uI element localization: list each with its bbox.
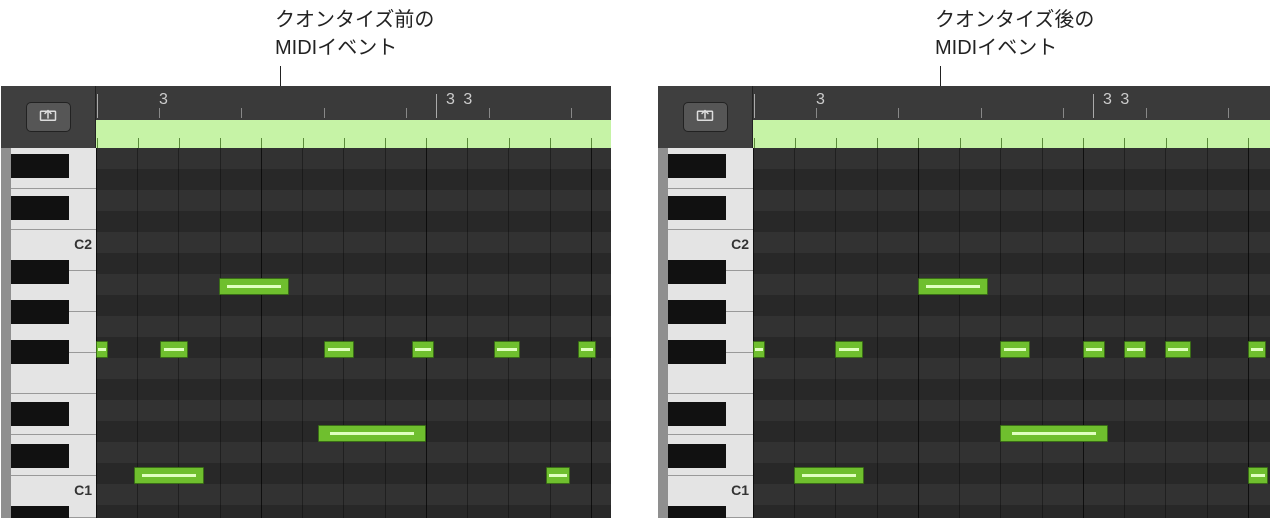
ruler-label-3-3: 3 3 bbox=[1103, 91, 1131, 109]
midi-note[interactable] bbox=[412, 341, 434, 358]
midi-note[interactable] bbox=[1248, 467, 1268, 484]
midi-note[interactable] bbox=[1165, 341, 1191, 358]
midi-note[interactable] bbox=[219, 278, 289, 295]
catch-playhead-button[interactable] bbox=[683, 102, 728, 132]
midi-note[interactable] bbox=[794, 467, 864, 484]
note-grid[interactable] bbox=[96, 148, 611, 518]
editor-body: C2 C1 bbox=[1, 148, 611, 518]
toolbar: 3 3 3 bbox=[658, 86, 1270, 148]
key-label-c2: C2 bbox=[731, 236, 749, 252]
midi-note[interactable] bbox=[1124, 341, 1146, 358]
ruler[interactable]: 3 3 3 bbox=[753, 88, 1270, 118]
region-bar[interactable] bbox=[96, 120, 611, 148]
midi-note[interactable] bbox=[494, 341, 520, 358]
midi-note[interactable] bbox=[1000, 341, 1030, 358]
toolbar-corner bbox=[658, 86, 753, 148]
midi-note[interactable] bbox=[318, 425, 426, 442]
ruler-label-3: 3 bbox=[816, 91, 827, 109]
midi-note[interactable] bbox=[1083, 341, 1105, 358]
piano-roll-after: 3 3 3 bbox=[658, 86, 1270, 518]
key-label-c1: C1 bbox=[731, 482, 749, 498]
annotation-after: クオンタイズ後の MIDIイベント bbox=[935, 6, 1094, 62]
midi-note[interactable] bbox=[578, 341, 596, 358]
midi-note[interactable] bbox=[546, 467, 570, 484]
key-label-c1: C1 bbox=[74, 482, 92, 498]
piano-keyboard[interactable]: C2 C1 bbox=[668, 148, 753, 518]
region-bar[interactable] bbox=[753, 120, 1270, 148]
piano-roll-before: 3 3 3 bbox=[1, 86, 611, 518]
ruler[interactable]: 3 3 3 bbox=[96, 88, 611, 118]
toolbar: 3 3 3 bbox=[1, 86, 611, 148]
ruler-label-3-3: 3 3 bbox=[446, 91, 474, 109]
catch-playhead-button[interactable] bbox=[26, 102, 71, 132]
midi-note[interactable] bbox=[1000, 425, 1108, 442]
midi-note[interactable] bbox=[835, 341, 863, 358]
midi-note[interactable] bbox=[918, 278, 988, 295]
vertical-scrollbar[interactable] bbox=[658, 148, 668, 518]
ruler-label-3: 3 bbox=[159, 91, 170, 109]
midi-note[interactable] bbox=[324, 341, 354, 358]
piano-keyboard[interactable]: C2 C1 bbox=[11, 148, 96, 518]
catch-playhead-icon bbox=[696, 107, 714, 128]
editor-body: C2 C1 bbox=[658, 148, 1270, 518]
toolbar-corner bbox=[1, 86, 96, 148]
note-grid[interactable] bbox=[753, 148, 1270, 518]
key-label-c2: C2 bbox=[74, 236, 92, 252]
midi-note[interactable] bbox=[96, 341, 108, 358]
catch-playhead-icon bbox=[39, 107, 57, 128]
midi-note[interactable] bbox=[753, 341, 765, 358]
annotation-before: クオンタイズ前の MIDIイベント bbox=[275, 6, 434, 62]
midi-note[interactable] bbox=[134, 467, 204, 484]
midi-note[interactable] bbox=[1248, 341, 1266, 358]
midi-note[interactable] bbox=[160, 341, 188, 358]
vertical-scrollbar[interactable] bbox=[1, 148, 11, 518]
